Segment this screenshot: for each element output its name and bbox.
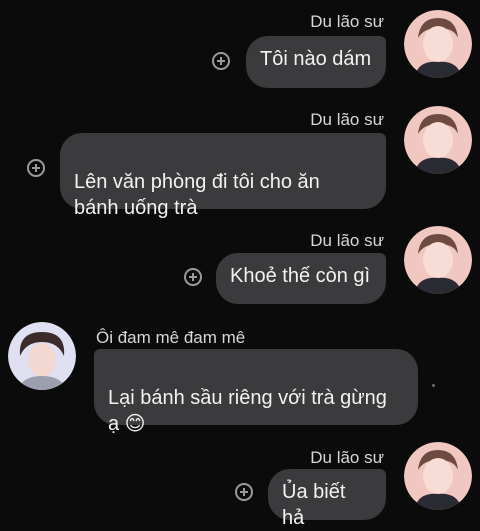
message-bubble[interactable]: Lại bánh sầu riêng với trà gừng ạ 😊 bbox=[94, 349, 418, 435]
message-bubble[interactable]: Lên văn phòng đi tôi cho ăn bánh uống tr… bbox=[60, 133, 386, 219]
person-avatar-icon bbox=[404, 10, 472, 78]
person-avatar-icon bbox=[404, 226, 472, 294]
message-text: Lên văn phòng đi tôi cho ăn bánh uống tr… bbox=[74, 171, 320, 219]
message-text: Ủa biết hả bbox=[282, 481, 346, 529]
sender-name: Du lão sư bbox=[310, 110, 384, 129]
person-avatar-icon bbox=[8, 322, 76, 390]
sender-name: Du lão sư bbox=[310, 448, 384, 467]
sender-avatar[interactable] bbox=[404, 106, 472, 174]
add-reaction-icon[interactable] bbox=[27, 159, 45, 177]
add-reaction-icon[interactable] bbox=[212, 52, 230, 70]
message-text: Lại bánh sầu riêng với trà gừng ạ 😊 bbox=[108, 387, 387, 435]
message-bubble[interactable]: Khoẻ thế còn gì bbox=[216, 253, 386, 304]
message-text: Tôi nào dám bbox=[260, 48, 372, 70]
add-reaction-icon[interactable] bbox=[235, 483, 253, 501]
message-text: Khoẻ thế còn gì bbox=[230, 265, 371, 287]
status-dot-icon bbox=[432, 384, 435, 387]
person-avatar-icon bbox=[404, 106, 472, 174]
add-reaction-icon[interactable] bbox=[184, 268, 202, 286]
sender-avatar[interactable] bbox=[404, 10, 472, 78]
message-bubble[interactable]: Ủa biết hả bbox=[268, 469, 386, 529]
sender-name: Du lão sư bbox=[310, 12, 384, 31]
sender-name: Ôi đam mê đam mê bbox=[96, 328, 246, 347]
sender-avatar[interactable] bbox=[8, 322, 76, 390]
sender-name: Du lão sư bbox=[310, 231, 384, 250]
sender-avatar[interactable] bbox=[404, 226, 472, 294]
message-bubble[interactable]: Tôi nào dám bbox=[246, 36, 386, 88]
person-avatar-icon bbox=[404, 442, 472, 510]
sender-avatar[interactable] bbox=[404, 442, 472, 510]
